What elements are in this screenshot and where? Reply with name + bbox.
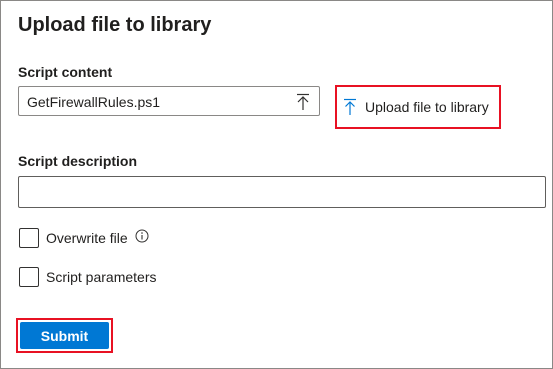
- script-content-label: Script content: [18, 64, 113, 80]
- script-description-input[interactable]: [18, 176, 546, 208]
- script-file-value: GetFirewallRules.ps1: [27, 94, 161, 110]
- submit-button[interactable]: Submit: [20, 322, 109, 349]
- script-description-label: Script description: [18, 153, 138, 169]
- overwrite-file-label: Overwrite file: [46, 230, 128, 246]
- dialog-title: Upload file to library: [18, 14, 212, 36]
- upload-arrow-icon: [344, 98, 356, 115]
- upload-dialog: Upload file to library Script content Ge…: [0, 0, 553, 369]
- script-parameters-label: Script parameters: [46, 269, 157, 285]
- overwrite-file-checkbox[interactable]: [19, 228, 39, 248]
- script-parameters-checkbox[interactable]: [19, 267, 39, 287]
- upload-file-to-library-button[interactable]: Upload file to library: [335, 85, 501, 129]
- info-circle-icon[interactable]: [135, 229, 149, 243]
- upload-arrow-icon[interactable]: [295, 93, 311, 111]
- submit-highlight: Submit: [16, 318, 113, 353]
- upload-file-to-library-label: Upload file to library: [365, 99, 489, 115]
- script-file-input[interactable]: GetFirewallRules.ps1: [18, 86, 320, 116]
